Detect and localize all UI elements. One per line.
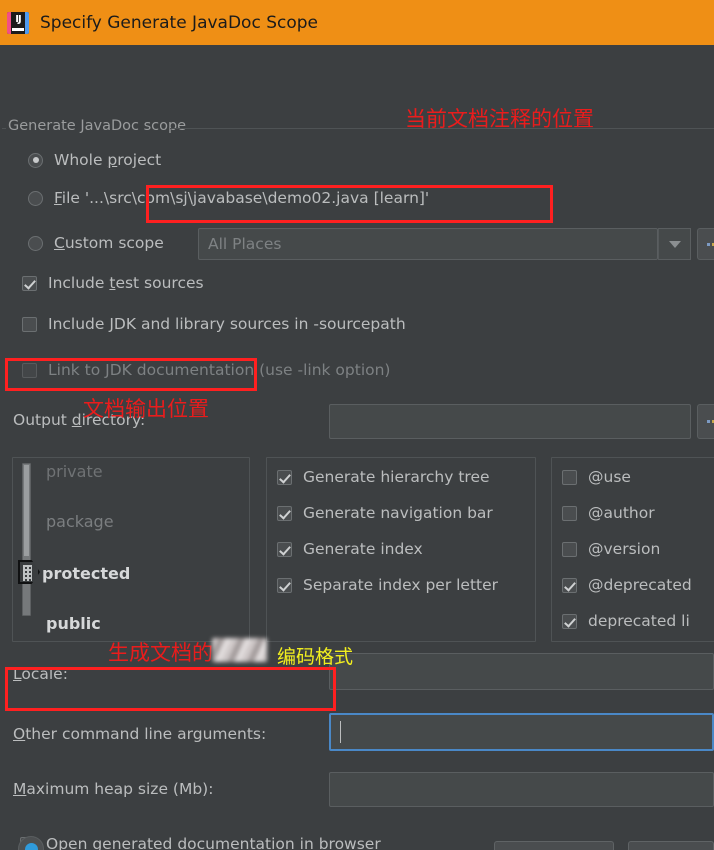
checkbox-indicator-link-jdk-documentation[interactable] bbox=[22, 362, 37, 378]
chevron-down-icon[interactable] bbox=[658, 228, 691, 260]
checkbox-tag-deprecated[interactable]: @deprecated bbox=[562, 574, 692, 596]
checkbox-label-separate-index-per-letter: Separate index per letter bbox=[303, 576, 499, 594]
checkbox-label-include-jdk-sources: Include JDK and library sources in -sour… bbox=[48, 315, 406, 333]
checkbox-label-generate-index: Generate index bbox=[303, 540, 423, 558]
checkbox-include-jdk-sources[interactable]: Include JDK and library sources in -sour… bbox=[22, 313, 406, 335]
dialog-primary-button[interactable] bbox=[494, 841, 614, 850]
checkbox-indicator-generate-hierarchy-tree[interactable] bbox=[277, 469, 292, 485]
radio-indicator-whole-project[interactable] bbox=[28, 152, 43, 168]
checkbox-label-link-jdk-documentation: Link to JDK documentation (use -link opt… bbox=[48, 361, 391, 379]
checkbox-include-test-sources[interactable]: Include test sources bbox=[22, 272, 204, 294]
checkbox-indicator-tag-author[interactable] bbox=[562, 505, 577, 521]
anno-encoding-prefix: 生成文档的 bbox=[108, 641, 213, 665]
checkbox-label-generate-navigation-bar: Generate navigation bar bbox=[303, 504, 493, 522]
checkbox-indicator-generate-index[interactable] bbox=[277, 541, 292, 557]
checkbox-link-jdk-documentation[interactable]: Link to JDK documentation (use -link opt… bbox=[22, 359, 390, 381]
checkbox-label-tag-use: @use bbox=[588, 468, 631, 486]
anno-current-doc-position: 当前文档注释的位置 bbox=[405, 107, 594, 131]
window-title: Specify Generate JavaDoc Scope bbox=[40, 12, 319, 33]
checkbox-tag-use[interactable]: @use bbox=[562, 466, 631, 488]
text-cursor bbox=[340, 721, 341, 743]
radio-label-file-scope: File '...\src\com\sj\javabase\demo02.jav… bbox=[54, 189, 430, 207]
radio-indicator-custom-scope[interactable] bbox=[28, 235, 43, 251]
locale-label: Locale: bbox=[13, 665, 68, 683]
checkbox-label-open-in-browser: Open generated documentation in browser bbox=[46, 835, 381, 850]
custom-scope-combo-value: All Places bbox=[208, 235, 282, 253]
checkbox-label-tag-deprecated: @deprecated bbox=[588, 576, 692, 594]
checkbox-indicator-separate-index-per-letter[interactable] bbox=[277, 577, 292, 593]
output-directory-browse-button[interactable] bbox=[697, 404, 714, 439]
checkbox-indicator-include-test-sources[interactable] bbox=[22, 275, 37, 291]
checkbox-generate-index[interactable]: Generate index bbox=[277, 538, 423, 560]
checkbox-generate-navigation-bar[interactable]: Generate navigation bar bbox=[277, 502, 493, 524]
checkbox-tag-version[interactable]: @version bbox=[562, 538, 660, 560]
radio-label-whole-project: Whole project bbox=[54, 151, 162, 169]
checkbox-label-generate-hierarchy-tree: Generate hierarchy tree bbox=[303, 468, 490, 486]
locale-input[interactable] bbox=[329, 653, 714, 690]
other-args-label: Other command line arguments: bbox=[13, 725, 267, 743]
radio-indicator-file-scope[interactable] bbox=[28, 190, 43, 206]
dialog-secondary-button[interactable] bbox=[628, 841, 714, 850]
intellij-idea-icon: IJ bbox=[7, 11, 29, 34]
scope-group-legend: Generate JavaDoc scope bbox=[8, 118, 187, 134]
checkbox-indicator-generate-navigation-bar[interactable] bbox=[277, 505, 292, 521]
checkbox-tag-author[interactable]: @author bbox=[562, 502, 655, 524]
checkbox-label-deprecated-list: deprecated li bbox=[588, 612, 690, 630]
radio-custom-scope[interactable]: Custom scope bbox=[28, 231, 164, 255]
checkbox-indicator-deprecated-list[interactable] bbox=[562, 613, 577, 629]
slider-tick-public[interactable]: public bbox=[46, 614, 101, 633]
slider-tick-protected[interactable]: protected bbox=[42, 564, 130, 583]
radio-label-custom-scope: Custom scope bbox=[54, 234, 164, 252]
checkbox-indicator-include-jdk-sources[interactable] bbox=[22, 316, 37, 332]
max-heap-label: Maximum heap size (Mb): bbox=[13, 780, 214, 798]
checkbox-label-include-test-sources: Include test sources bbox=[48, 274, 204, 292]
checkbox-indicator-tag-deprecated[interactable] bbox=[562, 577, 577, 593]
slider-tick-private[interactable]: private bbox=[46, 462, 103, 481]
group-border-left bbox=[2, 128, 6, 129]
redaction-block bbox=[212, 638, 267, 662]
checkbox-generate-hierarchy-tree[interactable]: Generate hierarchy tree bbox=[277, 466, 490, 488]
visibility-slider-track[interactable] bbox=[22, 463, 31, 616]
generate-javadoc-dialog: IJ Specify Generate JavaDoc Scope Genera… bbox=[0, 0, 714, 850]
checkbox-indicator-tag-version[interactable] bbox=[562, 541, 577, 557]
checkbox-open-in-browser[interactable]: Open generated documentation in browser bbox=[20, 833, 381, 850]
slider-tick-package[interactable]: package bbox=[46, 512, 114, 531]
dialog-content: Generate JavaDoc scope Whole project Fil… bbox=[0, 45, 714, 850]
checkbox-deprecated-list[interactable]: deprecated li bbox=[562, 610, 690, 632]
anno-output-location: 文档输出位置 bbox=[83, 397, 209, 421]
custom-scope-browse-button[interactable] bbox=[697, 228, 714, 260]
radio-whole-project[interactable]: Whole project bbox=[28, 148, 161, 172]
checkbox-separate-index-per-letter[interactable]: Separate index per letter bbox=[277, 574, 498, 596]
checkbox-label-tag-author: @author bbox=[588, 504, 655, 522]
output-directory-input[interactable] bbox=[329, 404, 691, 439]
anno-encoding-suffix: 编码格式 bbox=[277, 646, 354, 668]
other-args-input[interactable] bbox=[329, 713, 714, 751]
max-heap-input[interactable] bbox=[329, 772, 714, 807]
radio-file-scope[interactable]: File '...\src\com\sj\javabase\demo02.jav… bbox=[28, 186, 429, 210]
checkbox-indicator-tag-use[interactable] bbox=[562, 469, 577, 485]
custom-scope-combo[interactable]: All Places bbox=[198, 228, 658, 260]
checkbox-label-tag-version: @version bbox=[588, 540, 661, 558]
window-titlebar: IJ Specify Generate JavaDoc Scope bbox=[0, 0, 714, 45]
